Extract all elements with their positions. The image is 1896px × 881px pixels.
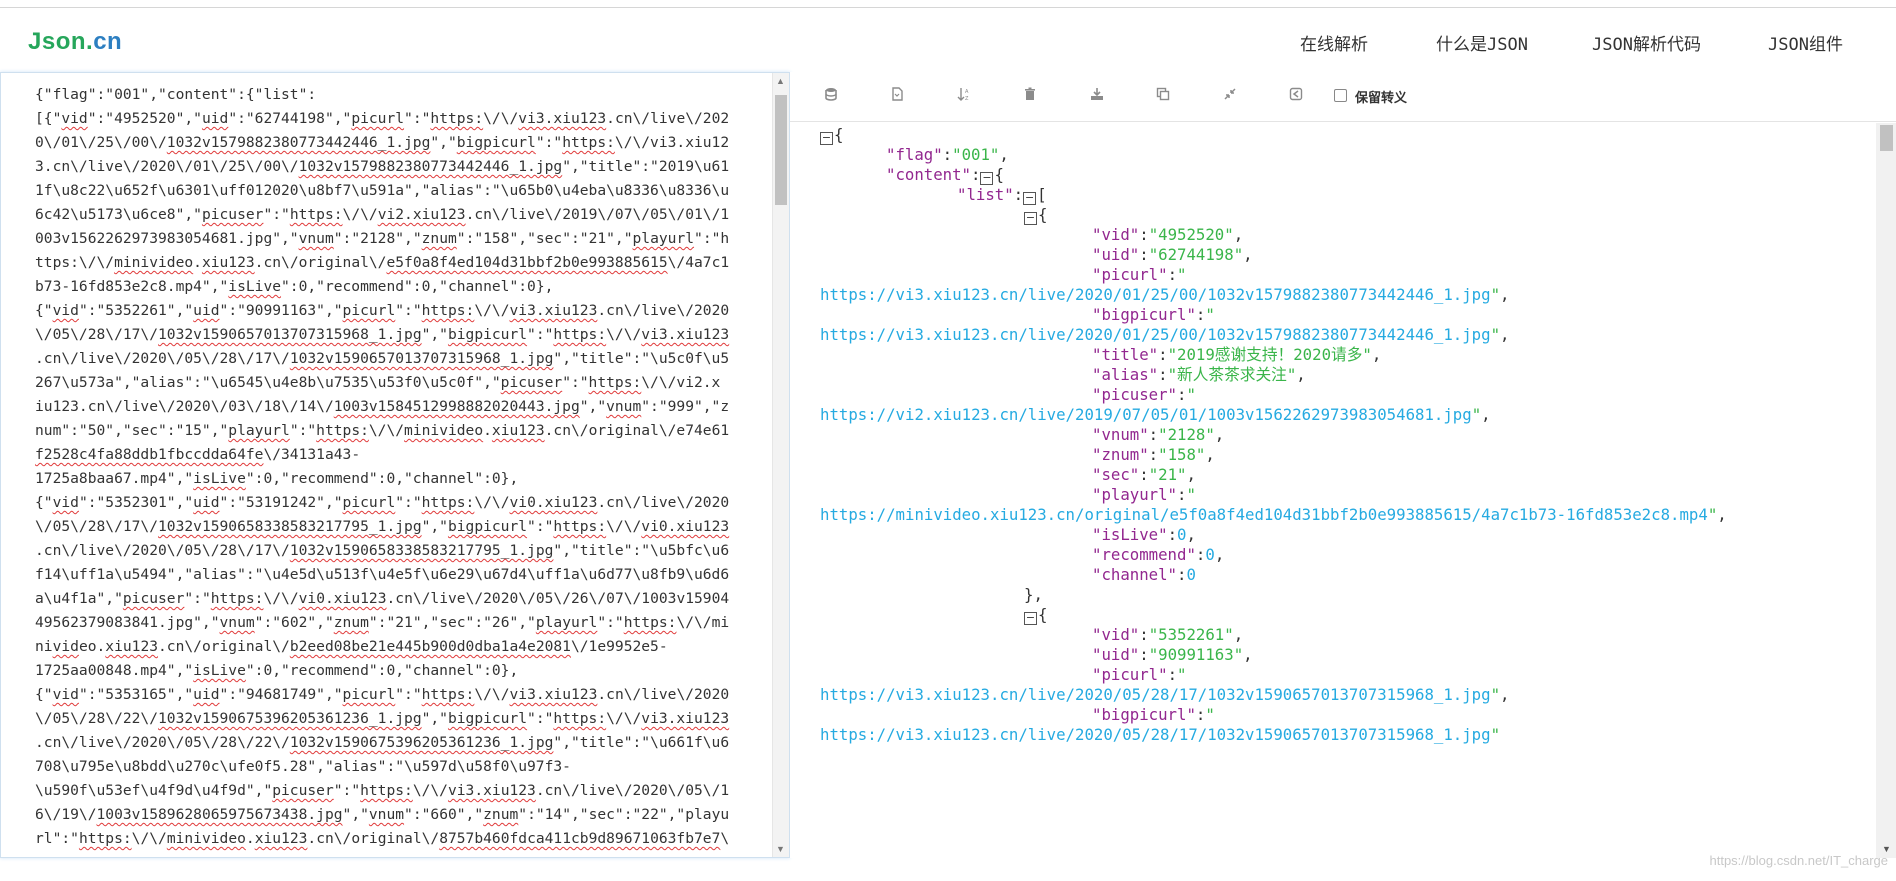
- watermark: https://blog.csdn.net/IT_charge: [1709, 853, 1889, 868]
- nav-what-is-json[interactable]: 什么是JSON: [1436, 30, 1528, 55]
- tree-value-playurl[interactable]: https://minivideo.xiu123.cn/original/e5f…: [820, 503, 1727, 527]
- input-line: \/05\/28\/22\/1032v1590675396205361236_1…: [35, 710, 730, 727]
- input-line: b73-16fd853e2c8.mp4","isLive":0,"recomme…: [35, 278, 554, 295]
- input-line: iu123.cn\/live\/2020\/03\/18\/14\/1003v1…: [35, 398, 730, 415]
- input-line: f2528c4fa88ddb1fbccdda64fe\/34131a43-: [35, 446, 361, 463]
- input-line: .cn\/live\/2020\/05\/28\/17\/1032v159065…: [35, 542, 730, 559]
- tree-item1-open: −{: [1024, 205, 1048, 225]
- collapse-icon[interactable]: −: [1024, 612, 1037, 625]
- input-line: rl":"https:\/\/minivideo.xiu123.cn\/orig…: [35, 830, 730, 847]
- download-icon[interactable]: [1086, 86, 1108, 108]
- input-line: .cn\/live\/2020\/05\/28\/22\/1032v159067…: [35, 734, 730, 751]
- json-output-panel: AZ 保留转义 −{ "flag":"001", "content": −{ "l…: [790, 72, 1896, 858]
- sort-icon[interactable]: AZ: [953, 86, 975, 108]
- share-icon[interactable]: [1285, 86, 1307, 108]
- input-line: 003v1562262973983054681.jpg","vnum":"212…: [35, 230, 730, 247]
- tree-value-bigpicurl[interactable]: https://vi3.xiu123.cn/live/2020/05/28/17…: [820, 723, 1500, 747]
- logo-cn: cn: [93, 28, 123, 55]
- input-line: 3.cn\/live\/2020\/01\/25\/00\/1032v15798…: [35, 158, 730, 175]
- input-line: 1725aa00848.mp4","isLive":0,"recommend":…: [35, 662, 519, 679]
- input-line: num":"50","sec":"15","playurl":"https:\/…: [35, 422, 730, 439]
- svg-text:Z: Z: [965, 96, 969, 101]
- input-line: \/05\/28\/17\/1032v1590657013707315968_1…: [35, 326, 730, 343]
- input-line: 6c42\u5173\u6ce8","picuser":"https:\/\/v…: [35, 206, 730, 223]
- input-scrollbar[interactable]: ▲ ▼: [772, 73, 789, 857]
- database-icon[interactable]: [820, 86, 842, 108]
- output-scrollbar[interactable]: ▼: [1876, 123, 1896, 858]
- input-line: \u590f\u53ef\u4f9d\u4f9d","picuser":"htt…: [35, 782, 730, 799]
- collapse-icon[interactable]: −: [1024, 212, 1037, 225]
- input-line: {"vid":"5352261","uid":"90991163","picur…: [35, 302, 730, 319]
- nav-json-components[interactable]: JSON组件: [1768, 30, 1843, 55]
- svg-text:A: A: [965, 89, 969, 95]
- input-line: nivideo.xiu123.cn\/original\/b2eed08be21…: [35, 638, 668, 655]
- output-toolbar: AZ 保留转义: [790, 72, 1896, 122]
- collapse-icon[interactable]: −: [820, 132, 833, 145]
- output-scroll-thumb[interactable]: [1880, 125, 1893, 151]
- input-line: 267\u573a","alias":"\u6545\u4e8b\u7535\u…: [35, 374, 721, 391]
- json-input-textarea[interactable]: {"flag":"001","content":{"list": [{"vid":…: [35, 83, 749, 851]
- input-line: {"vid":"5353165","uid":"94681749","picur…: [35, 686, 730, 703]
- input-line: 1f\u8c22\u652f\u6301\uff012020\u8bf7\u59…: [35, 182, 730, 199]
- input-line: \/05\/28\/17\/1032v1590658338583217795_1…: [35, 518, 730, 535]
- input-line: f14\uff1a\u5494","alias":"\u4e5d\u513f\u…: [35, 566, 730, 583]
- input-line: 1725a8baa67.mp4","isLive":0,"recommend":…: [35, 470, 519, 487]
- nav-online-parse[interactable]: 在线解析: [1300, 30, 1368, 55]
- tree-row-channel: "channel":0: [1092, 565, 1196, 584]
- input-line: {"flag":"001","content":{"list":: [35, 86, 317, 103]
- site-header: Json.cn 在线解析 什么是JSON JSON解析代码 JSON组件: [0, 8, 1896, 72]
- tree-root-open: −{: [820, 125, 844, 145]
- input-line: 49562379083841.jpg","vnum":"602","znum":…: [35, 614, 730, 631]
- file-icon[interactable]: [886, 86, 908, 108]
- json-tree-view: −{ "flag":"001", "content": −{ "list": −[ …: [790, 123, 1876, 858]
- input-line: ttps:\/\/minivideo.xiu123.cn\/original\/…: [35, 254, 730, 271]
- input-line: 6\/19\/1003v1589628065975673438.jpg","vn…: [35, 806, 730, 823]
- keep-escape-label: 保留转义: [1355, 91, 1408, 106]
- copy-icon[interactable]: [1152, 86, 1174, 108]
- scroll-down-icon[interactable]: ▼: [776, 844, 785, 854]
- site-logo[interactable]: Json.cn: [28, 28, 122, 56]
- input-line: a\u4f1a","picuser":"https:\/\/vi0.xiu123…: [35, 590, 730, 607]
- input-line: {"vid":"5352301","uid":"53191242","picur…: [35, 494, 730, 511]
- tree-item2-open: −{: [1024, 605, 1048, 625]
- nav-json-parse-code[interactable]: JSON解析代码: [1592, 30, 1701, 55]
- input-line: 708\u795e\u8bdd\u270c\ufe0f5.28","alias"…: [35, 758, 571, 775]
- json-input-panel[interactable]: {"flag":"001","content":{"list": [{"vid":…: [0, 72, 790, 858]
- trash-icon[interactable]: [1019, 86, 1041, 108]
- keep-escape-checkbox[interactable]: [1334, 89, 1347, 102]
- input-line: [{"vid":"4952520","uid":"62744198","picu…: [35, 110, 730, 127]
- scroll-up-icon[interactable]: ▲: [776, 76, 785, 86]
- input-line: 0\/01\/25\/00\/1032v1579882380773442446_…: [35, 134, 730, 151]
- input-line: .cn\/live\/2020\/05\/28\/17\/1032v159065…: [35, 350, 730, 367]
- compress-icon[interactable]: [1219, 86, 1241, 108]
- input-scroll-thumb[interactable]: [775, 95, 787, 205]
- logo-json: Json: [28, 28, 87, 55]
